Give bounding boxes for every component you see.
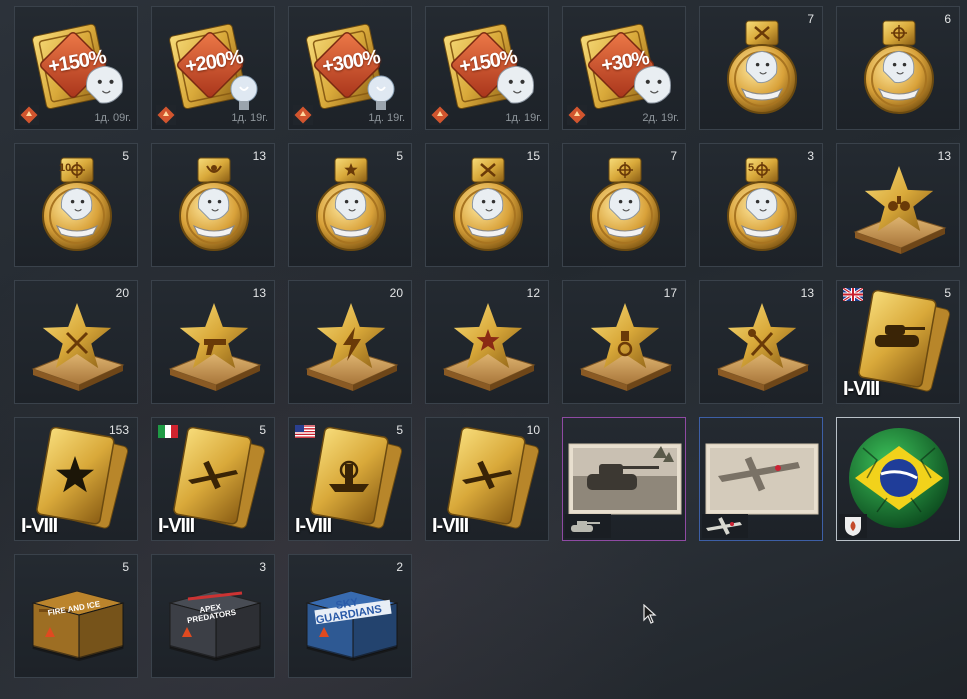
medal-art (864, 20, 934, 114)
booster-timer: 1д. 09г. (94, 112, 131, 124)
item-count: 13 (252, 149, 266, 163)
rank-range-label: I-VIII (843, 378, 880, 400)
rank-range-label: I-VIII (295, 515, 332, 537)
mouse-cursor (643, 604, 657, 624)
medal-art (727, 20, 797, 114)
medal-art (42, 157, 112, 251)
booster-timer: 2д. 19г. (642, 112, 679, 124)
medal-tile[interactable]: 13 (151, 143, 275, 267)
usa-flag-icon (295, 423, 315, 442)
medal-art (590, 157, 660, 251)
item-count: 3 (807, 149, 814, 163)
brazil-ball-tile[interactable] (836, 417, 960, 541)
item-count: 3 (259, 560, 266, 574)
item-count: 13 (252, 286, 266, 300)
item-count: 20 (115, 286, 129, 300)
vehicle-card-tile[interactable]: 10 I-VIII (425, 417, 549, 541)
medal-tile[interactable]: 7 (562, 143, 686, 267)
crate-tile[interactable]: FIRE AND ICE 5 (14, 554, 138, 678)
star-award-tile[interactable]: 17 (562, 280, 686, 404)
item-count: 5 (396, 423, 403, 437)
item-count: 13 (800, 286, 814, 300)
medal-tier-label: 10 (59, 162, 72, 174)
item-count: 5 (259, 423, 266, 437)
uk-flag-icon (842, 286, 864, 305)
crate-art (31, 590, 125, 662)
inventory-grid: +150% 1д. 09г. +200% 1д. 19г. +300% 1д. 19г… (14, 6, 964, 696)
star-award-tile[interactable]: 13 (836, 143, 960, 267)
vehicle-card-tile[interactable]: 5 I-VIII (288, 417, 412, 541)
star-award-tile[interactable]: 13 (151, 280, 275, 404)
item-count: 7 (807, 12, 814, 26)
item-count: 5 (122, 560, 129, 574)
medal-tile[interactable]: 53 (699, 143, 823, 267)
rank-range-label: I-VIII (432, 515, 469, 537)
item-count: 5 (122, 149, 129, 163)
shield-icon (839, 514, 867, 538)
vehicle-card-tile[interactable]: 5 I-VIII (836, 280, 960, 404)
crate-tile[interactable]: SKY GUARDIANS 2 (288, 554, 412, 678)
medal-tile[interactable]: 10 5 (14, 143, 138, 267)
item-count: 12 (526, 286, 540, 300)
booster-timer: 1д. 19г. (368, 112, 405, 124)
item-count: 5 (396, 149, 403, 163)
booster-tile[interactable]: +150% 1д. 19г. (425, 6, 549, 130)
italy-flag-icon (158, 423, 178, 442)
star-award-tile[interactable]: 13 (699, 280, 823, 404)
vehicle-card-tile[interactable]: 153 I-VIII (14, 417, 138, 541)
medal-tile[interactable]: 7 (699, 6, 823, 130)
booster-type-icon (19, 105, 39, 125)
item-count: 5 (944, 286, 951, 300)
tank-icon (565, 514, 611, 538)
booster-tile[interactable]: +30% 2д. 19г. (562, 6, 686, 130)
item-count: 7 (670, 149, 677, 163)
tank-decal-tile[interactable] (562, 417, 686, 541)
rank-range-label: I-VIII (158, 515, 195, 537)
plane-icon (702, 514, 748, 538)
item-count: 153 (108, 423, 129, 437)
booster-type-icon (293, 105, 313, 125)
plane-decal-tile[interactable] (699, 417, 823, 541)
item-count: 17 (663, 286, 677, 300)
item-count: 2 (396, 560, 403, 574)
booster-tile[interactable]: +200% 1д. 19г. (151, 6, 275, 130)
star-award-tile[interactable]: 20 (14, 280, 138, 404)
booster-tile[interactable]: +150% 1д. 09г. (14, 6, 138, 130)
booster-tile[interactable]: +300% 1д. 19г. (288, 6, 412, 130)
item-count: 10 (526, 423, 540, 437)
star-award-tile[interactable]: 20 (288, 280, 412, 404)
medal-tile[interactable]: 5 (288, 143, 412, 267)
item-count: 13 (937, 149, 951, 163)
item-count: 20 (389, 286, 403, 300)
booster-type-icon (156, 105, 176, 125)
booster-timer: 1д. 19г. (505, 112, 542, 124)
booster-timer: 1д. 19г. (231, 112, 268, 124)
medal-art (316, 157, 386, 251)
booster-type-icon (567, 105, 587, 125)
medal-tier-label: 5 (748, 162, 755, 174)
medal-tile[interactable]: 6 (836, 6, 960, 130)
crate-tile[interactable]: APEX PREDATORS 3 (151, 554, 275, 678)
rank-range-label: I-VIII (21, 515, 58, 537)
item-count: 6 (944, 12, 951, 26)
star-award-tile[interactable]: 12 (425, 280, 549, 404)
item-count: 15 (526, 149, 540, 163)
medal-tile[interactable]: 15 (425, 143, 549, 267)
booster-type-icon (430, 105, 450, 125)
medal-art (727, 157, 797, 251)
vehicle-card-tile[interactable]: 5 I-VIII (151, 417, 275, 541)
